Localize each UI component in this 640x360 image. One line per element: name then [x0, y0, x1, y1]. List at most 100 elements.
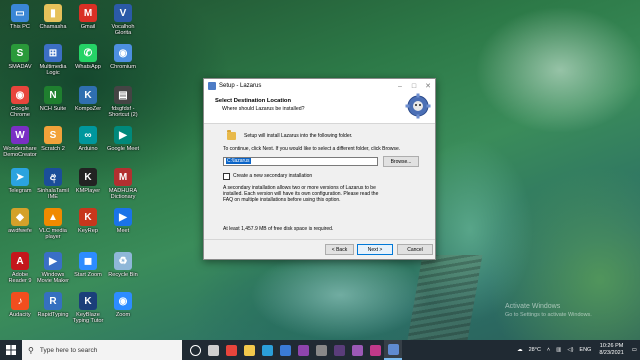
footer-divider	[204, 239, 435, 240]
desktop-icon[interactable]: ∞ Arduino	[69, 126, 107, 152]
taskbar-app-file-explorer[interactable]	[240, 340, 258, 360]
weather-icon[interactable]: ☁	[517, 347, 523, 353]
close-icon[interactable]: ✕	[421, 79, 435, 93]
mail-icon	[279, 344, 291, 356]
disk-space-text: At least 1,457.9 MB of free disk space i…	[223, 226, 334, 232]
taskbar-app-chrome[interactable]	[222, 340, 240, 360]
desktop-icon[interactable]: ▶ Google Meet	[104, 126, 142, 152]
desktop-icon-label: VLC media player	[39, 228, 67, 241]
app-purple-icon	[297, 344, 309, 356]
secondary-install-checkbox[interactable]	[223, 173, 230, 180]
search-icon: ⚲	[28, 345, 34, 355]
task-view-2-icon	[207, 344, 219, 356]
volume-icon[interactable]: ◁)	[567, 347, 573, 353]
next-button[interactable]: Next >	[357, 244, 393, 255]
wizard-body: Setup will install Lazarus into the foll…	[204, 125, 435, 239]
desktop-icon[interactable]: ▮ Chamasha	[34, 4, 72, 30]
app-pink-icon	[369, 344, 381, 356]
app-icon: ♪	[11, 292, 29, 310]
minimize-icon[interactable]: –	[393, 79, 407, 93]
app-icon: R	[44, 292, 62, 310]
taskbar-app-mail[interactable]	[276, 340, 294, 360]
taskbar-app-task-view[interactable]	[186, 340, 204, 360]
taskbar-app-app-gray[interactable]	[312, 340, 330, 360]
desktop-icon-label: Meet	[116, 228, 130, 234]
clock[interactable]: 10:26 PM 8/23/2021	[599, 343, 623, 357]
language-indicator[interactable]: ENG	[579, 347, 591, 353]
taskbar-search[interactable]: ⚲ Type here to search	[22, 340, 182, 360]
tray-chevron-icon[interactable]: ˄	[547, 347, 550, 353]
checkbox-label[interactable]: Create a new secondary installation	[233, 173, 312, 179]
app-icon: ▶	[114, 208, 132, 226]
app-icon: ◉	[114, 44, 132, 62]
desktop-icon-label: Google Meet	[106, 146, 140, 152]
lazarus-cheetah-icon	[405, 93, 431, 119]
setup-dialog: Setup - Lazarus – □ ✕ Select Destination…	[203, 78, 436, 260]
desktop-icon[interactable]: ✆ WhatsApp	[69, 44, 107, 70]
taskbar-app-task-view-2[interactable]	[204, 340, 222, 360]
destination-path-input[interactable]: C:\lazarus	[223, 157, 378, 166]
desktop-icon[interactable]: M Gmail	[69, 4, 107, 30]
app-icon: ▭	[11, 4, 29, 22]
desktop-icon-label: KMPlayer	[75, 188, 101, 194]
app-icon: ◉	[114, 292, 132, 310]
app-icon: ◆	[11, 208, 29, 226]
desktop-icon-label: Vocalhoh Glorita	[111, 24, 135, 37]
lazarus-icon	[387, 343, 399, 355]
desktop-icon[interactable]: ▲ VLC media player	[34, 208, 72, 241]
desktop-icon[interactable]: ▶ Windows Movie Maker	[34, 252, 72, 285]
browse-button[interactable]: Browse...	[383, 156, 419, 167]
taskbar-app-lazarus[interactable]	[384, 340, 402, 360]
file-explorer-icon	[243, 344, 255, 356]
app-icon: V	[114, 4, 132, 22]
app-icon: K	[79, 208, 97, 226]
back-button[interactable]: < Back	[325, 244, 354, 255]
desktop-icon[interactable]: ⊞ Multimedia Logic	[34, 44, 72, 77]
wizard-header-subtitle: Where should Lazarus be installed?	[222, 106, 305, 112]
desktop-icon[interactable]: ▤ fdsgfdsf - Shortcut (2)	[104, 86, 142, 119]
dialog-titlebar[interactable]: Setup - Lazarus – □ ✕	[204, 79, 435, 93]
notifications-icon[interactable]: ▭	[632, 347, 637, 353]
desktop-icon[interactable]: ♻ Recycle Bin	[104, 252, 142, 278]
desktop-icon[interactable]: R RapidTyping	[34, 292, 72, 318]
clock-date: 8/23/2021	[599, 350, 624, 356]
desktop-icon-label: Zoom	[115, 312, 131, 318]
desktop-icon[interactable]: අ SinhalaTamil IME	[34, 168, 72, 201]
desktop-icon-label: Chamasha	[39, 24, 67, 30]
desktop-icon[interactable]: V Vocalhoh Glorita	[104, 4, 142, 37]
desktop-icon[interactable]: N NCH Suite	[34, 86, 72, 112]
start-button[interactable]	[0, 340, 22, 360]
desktop-icon-label: Recycle Bin	[108, 272, 138, 278]
intro-text: Setup will install Lazarus into the foll…	[244, 133, 353, 139]
maximize-icon[interactable]: □	[407, 79, 421, 93]
system-tray: ☁ 28°C ˄ ▥ ◁) ENG 10:26 PM 8/23/2021 ▭	[514, 340, 640, 360]
cancel-button[interactable]: Cancel	[397, 244, 433, 255]
desktop-icon[interactable]: ▶ Meet	[104, 208, 142, 234]
desktop-icon-label: WhatsApp	[75, 64, 101, 70]
desktop-icon[interactable]: ◼ Start Zoom	[69, 252, 107, 278]
taskbar-app-edge[interactable]	[258, 340, 276, 360]
desktop-icon[interactable]: K KeyBlaze Typing Tutor	[69, 292, 107, 325]
weather-temp[interactable]: 28°C	[529, 347, 541, 353]
chrome-icon	[225, 344, 237, 356]
desktop-icon-label: Chromium	[110, 64, 136, 70]
taskbar-app-app-violet[interactable]	[348, 340, 366, 360]
taskbar-app-app-pink[interactable]	[366, 340, 384, 360]
desktop-icon-label: NCH Suite	[39, 106, 67, 112]
desktop-icon[interactable]: K KMPlayer	[69, 168, 107, 194]
desktop-icon-label: Windows Movie Maker	[36, 272, 70, 285]
app-icon: ⊞	[44, 44, 62, 62]
clock-time: 10:26 PM	[599, 343, 624, 349]
desktop-icon[interactable]: ◉ Chromium	[104, 44, 142, 70]
desktop-icon[interactable]: ◉ Zoom	[104, 292, 142, 318]
desktop-icon[interactable]: K KompoZer	[69, 86, 107, 112]
app-icon: ∞	[79, 126, 97, 144]
desktop-icon[interactable]: M MADHURA Dictionary	[104, 168, 142, 201]
desktop-icon[interactable]: K KeyRep	[69, 208, 107, 234]
taskbar-app-app-purple[interactable]	[294, 340, 312, 360]
network-icon[interactable]: ▥	[556, 347, 561, 353]
desktop-icon[interactable]: S Scratch 2	[34, 126, 72, 152]
desktop-icon-label: fdsgfdsf - Shortcut (2)	[108, 106, 138, 119]
taskbar-app-app-dark[interactable]	[330, 340, 348, 360]
task-view-icon	[189, 344, 201, 356]
